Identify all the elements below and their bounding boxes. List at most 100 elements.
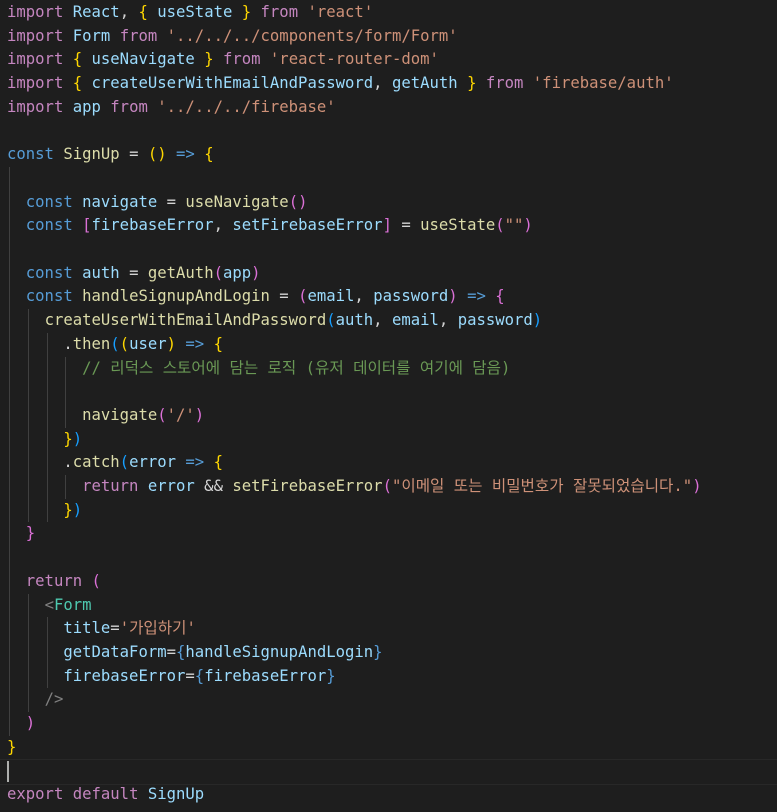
code-token: const xyxy=(25,263,73,282)
code-token: ) xyxy=(692,477,702,495)
code-token: email xyxy=(307,287,355,306)
code-token: ( xyxy=(119,334,130,353)
code-token: [ xyxy=(82,216,92,235)
code-line: const navigate = useNavigate() xyxy=(0,191,308,215)
code-token: from xyxy=(110,97,148,116)
code-token: import xyxy=(7,97,64,116)
code-token: ( xyxy=(213,263,223,282)
code-token: { xyxy=(213,334,223,353)
code-line: const handleSignupAndLogin = (email, pas… xyxy=(0,285,505,309)
code-token: = xyxy=(119,263,148,282)
code-token: ] xyxy=(382,216,392,235)
code-token: const xyxy=(25,216,73,235)
code-token: = xyxy=(110,619,120,638)
code-token: , xyxy=(354,287,374,306)
code-token: } xyxy=(326,666,336,685)
code-token: ) xyxy=(72,429,83,448)
code-token: app xyxy=(72,97,101,116)
code-token: , xyxy=(213,216,233,235)
code-token: < xyxy=(44,595,54,614)
code-line: <Form xyxy=(0,594,92,618)
code-token: firebaseError xyxy=(204,666,327,685)
code-token: user xyxy=(129,334,167,353)
code-token: "이메일 또는 비밀번호가 잘못되었습니다." xyxy=(391,477,693,495)
code-token: React xyxy=(72,3,120,21)
code-line: }) xyxy=(0,499,82,523)
code-line: /> xyxy=(0,688,64,712)
code-line: }) xyxy=(0,428,82,452)
code-token: => xyxy=(185,453,205,472)
code-line: const auth = getAuth(app) xyxy=(0,262,261,286)
code-editor[interactable]: import React, { useState } from 'react' i… xyxy=(0,0,777,812)
code-token: import xyxy=(7,26,64,45)
code-line: ) xyxy=(0,712,35,736)
code-token: useState xyxy=(420,216,496,235)
code-line: export default SignUp xyxy=(0,783,204,807)
code-token: { xyxy=(213,453,223,472)
code-line: const SignUp = () => { xyxy=(0,143,214,167)
code-token: } xyxy=(241,3,252,21)
code-token: then xyxy=(72,334,111,353)
code-token: } xyxy=(204,50,214,69)
code-token: createUserWithEmailAndPassword xyxy=(91,74,374,93)
code-token: && xyxy=(194,477,233,495)
code-token: getDataForm xyxy=(63,642,167,661)
code-line: .then((user) => { xyxy=(0,333,223,357)
code-token: = xyxy=(269,287,299,306)
code-token: getAuth xyxy=(147,263,214,282)
code-token: ( xyxy=(495,216,505,235)
code-token: { xyxy=(72,50,83,69)
code-token: } xyxy=(373,642,383,661)
code-line: .catch(error => { xyxy=(0,451,223,475)
code-token: { xyxy=(204,145,214,164)
code-token: import xyxy=(7,3,64,21)
code-token: auth xyxy=(335,311,374,330)
code-line: getDataForm={handleSignupAndLogin} xyxy=(0,641,383,665)
code-line: import React, { useState } from 'react' xyxy=(0,1,373,25)
current-line-highlight xyxy=(0,759,777,785)
code-token: => xyxy=(176,145,195,164)
code-token: ( xyxy=(157,405,167,424)
code-token: , xyxy=(438,311,458,330)
code-token: ( xyxy=(382,477,392,495)
code-token: catch xyxy=(72,453,120,472)
code-token: ) xyxy=(448,287,458,306)
code-token: ( xyxy=(119,453,130,472)
code-token: { xyxy=(72,74,83,93)
code-token: const xyxy=(25,192,73,211)
code-token: 'react-router-dom' xyxy=(269,50,439,69)
